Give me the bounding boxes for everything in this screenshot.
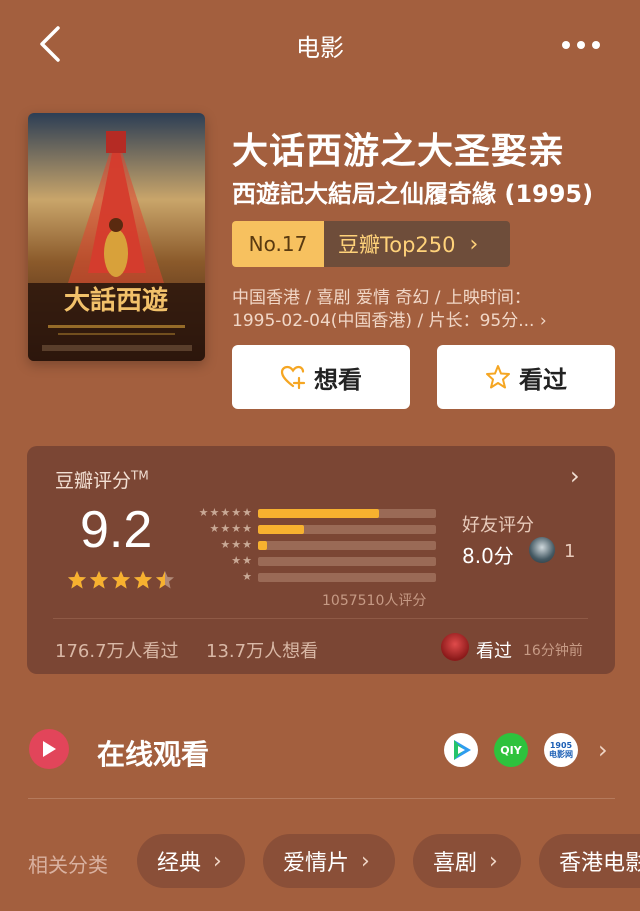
distribution-bar-track xyxy=(258,556,436,566)
friend-rating-label: 好友评分 xyxy=(462,515,534,536)
meta-line-1: 中国香港 / 喜剧 爱情 奇幻 / 上映时间： xyxy=(232,288,531,308)
tag-romance[interactable]: 爱情片 › xyxy=(263,834,395,888)
chevron-right-icon[interactable]: › xyxy=(570,462,580,490)
poster-title: 大話西遊 xyxy=(64,285,168,316)
rating-distribution: ★ ★ ★ ★ ★ ★ ★ ★ ★ ★ ★ ★ ★ ★ ★ xyxy=(186,505,436,585)
star-level-icons: ★ ★ ★ ★ xyxy=(209,522,253,535)
recent-action: 看过 xyxy=(476,641,512,662)
chevron-right-icon: › xyxy=(213,848,222,874)
tag-comedy[interactable]: 喜剧 › xyxy=(413,834,521,888)
distribution-bar-track xyxy=(258,572,436,582)
distribution-row: ★ ★ ★ xyxy=(186,537,436,553)
heart-plus-icon xyxy=(280,365,306,390)
star-level-icons: ★ ★ ★ xyxy=(220,538,252,551)
top250-rank-badge[interactable]: No.17 豆瓣Top250 › xyxy=(232,221,510,267)
rank-list-link[interactable]: 豆瓣Top250 › xyxy=(324,221,510,267)
distribution-bar-track xyxy=(258,524,436,534)
distribution-bar xyxy=(258,524,305,534)
rating-stars xyxy=(67,570,175,590)
star-level-icons: ★ xyxy=(242,570,252,583)
friend-rating-score: 8.0分 xyxy=(462,544,514,568)
chevron-right-icon[interactable]: › xyxy=(598,736,608,764)
1905-movie-icon[interactable]: 1905 电影网 xyxy=(544,733,578,767)
seen-button[interactable]: 看过 xyxy=(437,345,615,409)
meta-line-2: 1995-02-04(中国香港) / 片长：95分... › xyxy=(232,311,547,331)
seen-count: 176.7万人看过 xyxy=(55,641,179,662)
online-watch-title[interactable]: 在线观看 xyxy=(97,733,209,773)
distribution-bar-track xyxy=(258,540,436,550)
related-categories-label: 相关分类 xyxy=(28,853,108,877)
distribution-row: ★ ★ ★ ★ ★ xyxy=(186,505,436,521)
avatar[interactable] xyxy=(529,537,555,563)
distribution-bar xyxy=(258,540,267,550)
movie-meta[interactable]: 中国香港 / 喜剧 爱情 奇幻 / 上映时间： 1995-02-04(中国香港)… xyxy=(232,287,602,333)
movie-title: 大话西游之大圣娶亲 xyxy=(232,131,566,172)
seen-label: 看过 xyxy=(519,365,567,394)
more-icon[interactable] xyxy=(562,30,612,60)
rank-number: No.17 xyxy=(232,221,324,267)
want-label: 想看 xyxy=(314,365,362,394)
divider xyxy=(53,618,588,619)
iqiyi-icon[interactable]: QIY xyxy=(494,733,528,767)
votes-count: 1057510人评分 xyxy=(322,593,427,609)
distribution-bar xyxy=(258,508,380,518)
distribution-row: ★ ★ xyxy=(186,553,436,569)
play-icon[interactable] xyxy=(29,729,69,769)
distribution-bar-track xyxy=(258,508,436,518)
star-icon xyxy=(134,571,152,589)
star-icon xyxy=(68,571,86,589)
recent-time: 16分钟前 xyxy=(523,643,583,659)
rating-score: 9.2 xyxy=(80,501,153,559)
chevron-right-icon: › xyxy=(361,848,370,874)
movie-original-title: 西遊記大結局之仙履奇緣 (1995) xyxy=(232,180,594,208)
star-icon xyxy=(156,571,174,589)
star-outline-icon xyxy=(486,365,510,389)
distribution-row: ★ ★ ★ ★ xyxy=(186,521,436,537)
rating-title: 豆瓣评分TM xyxy=(55,468,149,492)
tag-classic[interactable]: 经典 › xyxy=(137,834,245,888)
star-icon xyxy=(90,571,108,589)
distribution-row: ★ xyxy=(186,569,436,585)
divider xyxy=(28,798,615,799)
chevron-right-icon: › xyxy=(489,848,498,874)
rank-list-label: 豆瓣Top250 xyxy=(338,233,456,257)
star-level-icons: ★ ★ xyxy=(231,554,252,567)
page-title: 电影 xyxy=(296,34,344,62)
movie-poster[interactable]: 大話西遊 xyxy=(28,113,205,361)
tencent-video-icon[interactable] xyxy=(444,733,478,767)
star-icon xyxy=(112,571,130,589)
avatar[interactable] xyxy=(441,633,469,661)
want-to-watch-button[interactable]: 想看 xyxy=(232,345,410,409)
star-level-icons: ★ ★ ★ ★ ★ xyxy=(198,506,252,519)
tag-hk-movie[interactable]: 香港电影 xyxy=(539,834,640,888)
friend-count: 1 xyxy=(564,541,576,562)
want-count: 13.7万人想看 xyxy=(206,641,319,662)
chevron-right-icon: › xyxy=(469,231,479,257)
